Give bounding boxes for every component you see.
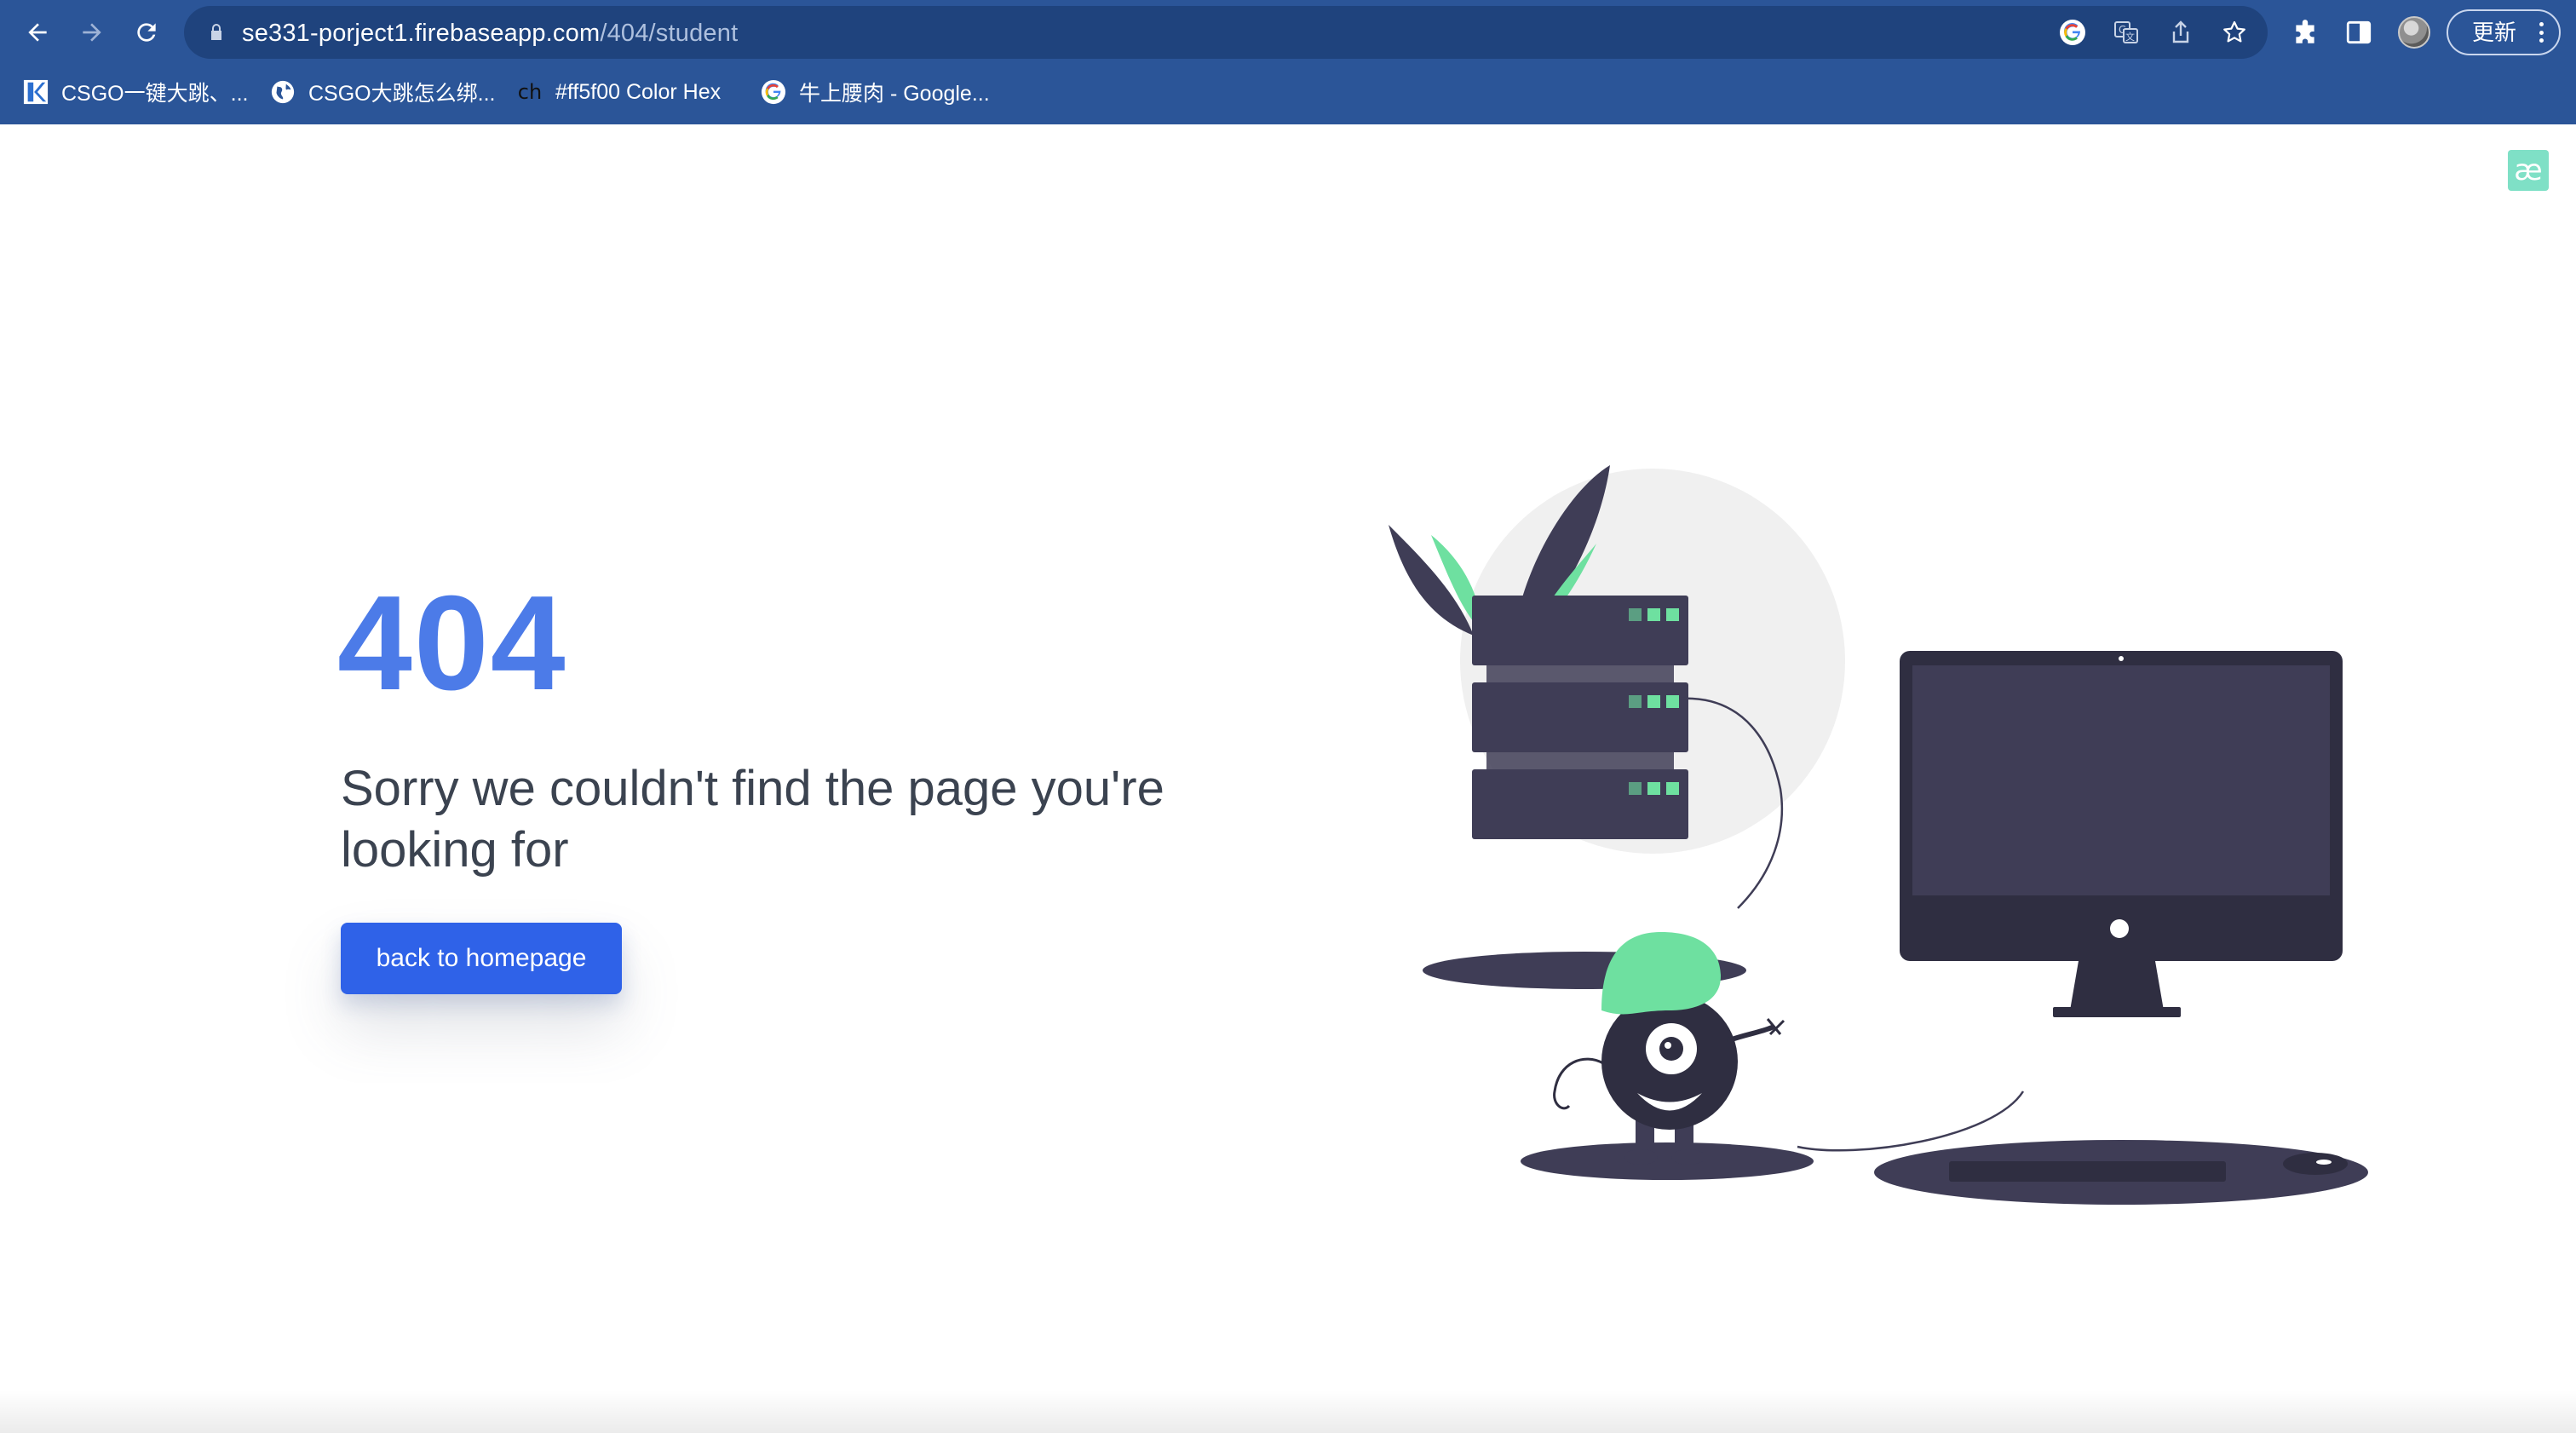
reload-icon: [137, 23, 156, 42]
update-label: 更新: [2472, 20, 2517, 45]
reload-button[interactable]: [129, 15, 164, 49]
character-foot: [1624, 1149, 1658, 1165]
error-message: Sorry we couldn't find the page you're l…: [341, 761, 1164, 878]
character-shadow: [1521, 1142, 1814, 1180]
character-arm: [1553, 1057, 1604, 1110]
bookmark-label: #ff5f00 Color Hex: [555, 79, 722, 104]
character-arm: [1727, 1025, 1774, 1043]
address-bar[interactable]: se331-porject1.firebaseapp.com/404/stude…: [184, 6, 2268, 59]
character-foot: [1671, 1149, 1705, 1165]
browser-chrome: se331-porject1.firebaseapp.com/404/stude…: [0, 0, 2576, 124]
monitor-stand: [2070, 961, 2164, 1010]
back-to-homepage-button[interactable]: back to homepage: [341, 923, 622, 994]
star-icon: [2223, 20, 2245, 43]
server-gap: [1486, 665, 1674, 682]
server-unit: [1472, 769, 1688, 839]
mouse: [2283, 1153, 2348, 1175]
forward-icon: [83, 23, 101, 42]
url-path: /404/student: [600, 20, 739, 47]
bookmark-favicon-icon: [22, 78, 49, 106]
translate-icon: G 文: [2114, 21, 2138, 43]
google-lens-button[interactable]: [2058, 18, 2087, 47]
update-button[interactable]: 更新: [2447, 9, 2561, 55]
share-button[interactable]: [2166, 18, 2195, 47]
bookmark-favicon-icon: ch: [517, 80, 543, 104]
google-icon: [2060, 20, 2085, 45]
bookmark-star-button[interactable]: [2220, 18, 2249, 47]
google-icon: [760, 78, 787, 106]
error-code: 404: [337, 568, 567, 718]
forward-button[interactable]: [75, 15, 109, 49]
url-host: se331-porject1.firebaseapp.com: [242, 20, 601, 47]
character-pupil: [1659, 1037, 1683, 1061]
monitor-base: [2053, 1007, 2181, 1017]
bookmark-label: 牛上腰肉 - Google...: [799, 82, 990, 106]
server-unit: [1472, 596, 1688, 665]
bookmarks-bar: CSGO一键大跳、... CSGO大跳怎么绑... ch #ff5f00 Col…: [0, 66, 2576, 118]
bookmark-item[interactable]: CSGO大跳怎么绑...: [269, 73, 495, 111]
svg-text:文: 文: [2125, 31, 2135, 43]
monitor-power-button: [2110, 919, 2129, 938]
window-bottom-edge: [0, 1390, 2576, 1433]
extensions-button[interactable]: [2290, 17, 2320, 48]
page-content: æ 404 Sorry we couldn't find the page yo…: [0, 124, 2576, 1433]
bookmark-item[interactable]: ch #ff5f00 Color Hex: [516, 73, 721, 111]
globe-icon: [269, 78, 296, 106]
more-icon[interactable]: [2539, 22, 2544, 43]
monitor-screen: [1912, 665, 2330, 895]
lock-icon[interactable]: [206, 22, 227, 43]
bookmark-item[interactable]: 牛上腰肉 - Google...: [760, 73, 990, 111]
side-panel-button[interactable]: [2343, 17, 2374, 48]
translate-button[interactable]: G 文: [2112, 18, 2141, 47]
extension-badge[interactable]: æ: [2508, 150, 2549, 191]
back-icon: [28, 23, 47, 42]
extensions-icon: [2296, 20, 2314, 43]
url-text[interactable]: se331-porject1.firebaseapp.com/404/stude…: [242, 16, 738, 50]
back-button[interactable]: [20, 15, 55, 49]
server-gap: [1486, 752, 1674, 769]
mouse-highlight: [2316, 1160, 2332, 1165]
bookmark-label: CSGO一键大跳、...: [61, 82, 249, 106]
server-illustration: [1389, 465, 2368, 1205]
character-hat: [1601, 932, 1721, 1015]
bookmark-label: CSGO大跳怎么绑...: [308, 82, 496, 106]
monitor-cable: [1797, 1091, 2025, 1152]
server-unit: [1472, 682, 1688, 752]
share-icon: [2172, 20, 2189, 43]
side-panel-icon: [2346, 20, 2372, 44]
monitor-camera: [2119, 656, 2124, 661]
browser-toolbar: se331-porject1.firebaseapp.com/404/stude…: [0, 0, 2576, 65]
avatar[interactable]: [2398, 16, 2430, 49]
character-eye-glint: [1665, 1042, 1671, 1049]
keyboard: [1949, 1161, 2226, 1182]
bookmark-item[interactable]: CSGO一键大跳、...: [22, 73, 248, 111]
